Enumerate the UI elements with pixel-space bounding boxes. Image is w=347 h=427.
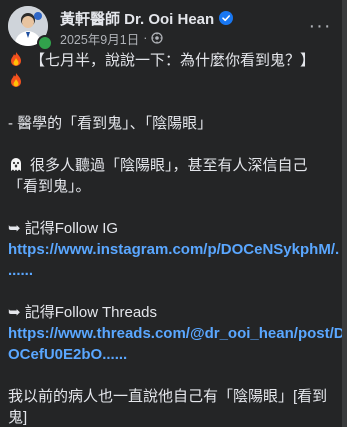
post-paragraph-cont: 「看到鬼」。	[8, 178, 91, 195]
post-title: 【七月半，說說一下：為什麼你看到鬼？】	[30, 52, 316, 69]
meta-separator: ·	[143, 31, 148, 45]
verified-badge-icon	[219, 11, 234, 25]
post-paragraph: 很多人聽過「陰陽眼」，甚至有人深信自己	[30, 157, 308, 174]
post-text: 【七月半，說說一下：為什麼你看到鬼？】 - 醫學的「看到鬼」、「陰陽眼」 很多人…	[8, 50, 345, 427]
instagram-link[interactable]: https://www.instagram.com/p/DOCeNSykphM/…	[8, 239, 339, 260]
post-subheading: - 醫學的「看到鬼」、「陰陽眼」	[8, 115, 213, 132]
author-row: 黃軒醫師 Dr. Ooi Hean	[60, 8, 234, 29]
post-date[interactable]: 2025年9月1日	[60, 29, 139, 48]
instagram-link-cont[interactable]: ......	[8, 260, 338, 281]
post-title-trailing-line	[8, 71, 338, 92]
more-options-button[interactable]: ···	[308, 14, 332, 38]
post-closing-cont: 鬼]	[8, 409, 28, 426]
follow-ig-text: ➥ 記得Follow IG	[8, 220, 119, 237]
post-meta: 2025年9月1日 ·	[60, 29, 163, 48]
post-title-line: 【七月半，說說一下：為什麼你看到鬼？】	[8, 50, 338, 71]
threads-link-cont[interactable]: OCefU0E2bO......	[8, 344, 338, 365]
author-name[interactable]: 黃軒醫師 Dr. Ooi Hean	[60, 8, 214, 29]
ghost-icon	[8, 156, 24, 172]
fire-icon	[8, 51, 24, 67]
globe-icon[interactable]	[151, 32, 163, 44]
post-header: 黃軒醫師 Dr. Ooi Hean 2025年9月1日 · ···	[8, 6, 338, 51]
facebook-post: 黃軒醫師 Dr. Ooi Hean 2025年9月1日 · ··· 【七月半，說…	[0, 0, 347, 427]
follow-threads-text: ➥ 記得Follow Threads	[8, 304, 158, 321]
threads-link[interactable]: https://www.threads.com/@dr_ooi_hean/pos…	[8, 323, 345, 344]
post-closing-line: 我以前的病人也一直說他自己有「陰陽眼」[看到	[8, 388, 328, 405]
scrollbar[interactable]	[342, 0, 347, 427]
online-status-dot	[37, 35, 53, 51]
fire-icon	[8, 72, 24, 88]
post-paragraph-line: 很多人聽過「陰陽眼」，甚至有人深信自己	[8, 155, 338, 176]
